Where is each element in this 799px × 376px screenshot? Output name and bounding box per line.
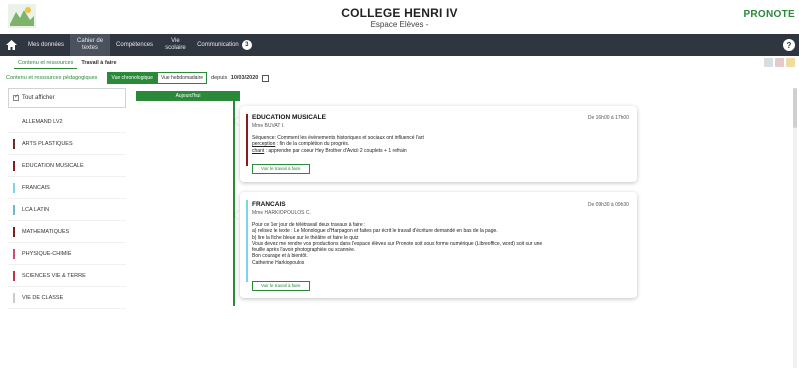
card-accent: [246, 200, 248, 282]
card-teacher: Mme BUVAT I.: [252, 123, 285, 129]
card-line-label: chant: [252, 147, 265, 154]
card-body: Pour ce 1er jour de télétravail deux tra…: [252, 222, 627, 266]
timeline-line: [233, 101, 235, 306]
view-homework-button[interactable]: Voir le travail à faire: [252, 281, 310, 291]
subject-label: VIE DE CLASSE: [22, 294, 64, 301]
sidebar-item-subject[interactable]: LCA LATIN: [8, 199, 126, 221]
nav-item-communication[interactable]: Communication 3: [191, 34, 258, 56]
filter-row: Contenu et ressources pédagogiques Vue c…: [0, 71, 799, 85]
day-label: Aujourd'hui: [136, 91, 240, 101]
subject-label: PHYSIQUE-CHIMIE: [22, 250, 72, 257]
card-accent: [246, 114, 248, 166]
view-homework-button[interactable]: Voir le travail à faire: [252, 164, 310, 174]
pdf-icon[interactable]: [775, 58, 784, 67]
card-line-text: : apprendre par coeur Hey Brother d'Avic…: [264, 147, 407, 154]
card-time: De 16h00 à 17h00: [587, 115, 629, 121]
subject-label: EDUCATION MUSICALE: [22, 162, 84, 169]
subject-sidebar: Tout afficher ALLEMAND LV2 ARTS PLASTIQUE…: [8, 88, 126, 309]
tab-content-resources[interactable]: Contenu et ressources: [14, 58, 78, 69]
scrollbar-thumb[interactable]: [793, 88, 797, 128]
nav-item-skills[interactable]: Compétences: [110, 34, 159, 56]
sidebar-item-subject[interactable]: ALLEMAND LV2: [8, 111, 126, 133]
card-subject: EDUCATION MUSICALE: [252, 114, 326, 121]
print-icon[interactable]: [764, 58, 773, 67]
card-line-text: : fin de la complétion du progrès.: [275, 141, 350, 148]
subject-color-bar: [13, 292, 15, 303]
since-filter: depuis 10/03/2020: [211, 75, 258, 81]
export-icon[interactable]: [786, 58, 795, 67]
pronote-logo: PRONOTE: [743, 9, 795, 20]
nav-item-my-data[interactable]: Mes données: [22, 34, 70, 56]
card-time: De 09h30 à 09h30: [587, 202, 629, 208]
weekly-view-button[interactable]: Vue hebdomadaire: [156, 72, 208, 84]
card-body: Séquence: Comment les évènements histori…: [252, 135, 622, 154]
notification-badge: 3: [241, 40, 252, 50]
subject-label: ARTS PLASTIQUES: [22, 140, 73, 147]
sidebar-item-subject[interactable]: FRANCAIS: [8, 177, 126, 199]
since-label: depuis: [211, 75, 228, 81]
subject-color-bar: [13, 182, 15, 193]
subject-color-bar: [13, 204, 15, 215]
home-icon[interactable]: [0, 34, 22, 56]
toolbar-icons: [764, 58, 795, 67]
sidebar-item-subject[interactable]: VIE DE CLASSE: [8, 287, 126, 309]
nav-item-school-life[interactable]: Vie scolaire: [159, 34, 191, 56]
subject-list: ALLEMAND LV2 ARTS PLASTIQUES EDUCATION MUS…: [8, 111, 126, 309]
card-line-label: perception: [252, 141, 276, 148]
nav-item-textbook-label: Cahier de textes: [77, 38, 104, 51]
help-icon[interactable]: ?: [783, 39, 795, 51]
subject-label: SCIENCES VIE & TERRE: [22, 272, 86, 279]
nav-item-school-life-label: Vie scolaire: [165, 38, 186, 51]
nav-item-communication-label: Communication: [197, 41, 239, 48]
card-teacher: Mme HARKIOPOULOS C.: [252, 210, 311, 216]
space-subtitle: Espace Elèves -: [370, 20, 429, 29]
tab-homework[interactable]: Travail à faire: [77, 58, 120, 68]
subject-label: LCA LATIN: [22, 206, 50, 213]
lesson-card: FRANCAIS Mme HARKIOPOULOS C. De 09h30 à …: [240, 192, 637, 298]
school-title: COLLEGE HENRI IV: [341, 6, 458, 20]
subtabs: Contenu et ressources Travail à faire: [0, 56, 799, 70]
card-line: chant : apprendre par coeur Hey Brother …: [252, 148, 622, 154]
card-line: Catherine Harkiopoulos: [252, 259, 305, 266]
show-all-label: Tout afficher: [22, 95, 55, 101]
section-title: Contenu et ressources pédagogiques: [6, 75, 98, 81]
sidebar-item-subject[interactable]: PHYSIQUE-CHIMIE: [8, 243, 126, 265]
show-all-checkbox[interactable]: Tout afficher: [8, 88, 126, 108]
card-subject: FRANCAIS: [252, 201, 286, 208]
sidebar-item-subject[interactable]: MATHEMATIQUES: [8, 221, 126, 243]
subject-color-bar: [13, 248, 15, 259]
subject-color-bar: [13, 160, 15, 171]
top-header: COLLEGE HENRI IV Espace Elèves - PRONOTE: [0, 0, 799, 34]
subject-color-bar: [13, 116, 15, 127]
sidebar-item-subject[interactable]: ARTS PLASTIQUES: [8, 133, 126, 155]
scrollbar[interactable]: [793, 88, 797, 368]
lesson-card: EDUCATION MUSICALE Mme BUVAT I. De 16h00…: [240, 106, 637, 182]
view-toggle: Vue chronologique Vue hebdomadaire: [107, 72, 208, 84]
subject-color-bar: [13, 138, 15, 149]
main-nav: Mes données Cahier de textes Compétences…: [0, 34, 799, 56]
chronological-view-button[interactable]: Vue chronologique: [107, 72, 157, 84]
subject-color-bar: [13, 270, 15, 281]
subject-label: MATHEMATIQUES: [22, 228, 70, 235]
sidebar-item-subject[interactable]: EDUCATION MUSICALE: [8, 155, 126, 177]
checkbox-icon: [13, 93, 19, 101]
subject-label: FRANCAIS: [22, 184, 50, 191]
calendar-icon[interactable]: [262, 74, 270, 82]
since-date[interactable]: 10/03/2020: [231, 75, 259, 81]
sidebar-item-subject[interactable]: SCIENCES VIE & TERRE: [8, 265, 126, 287]
nav-item-textbook[interactable]: Cahier de textes: [70, 34, 111, 56]
subject-color-bar: [13, 226, 15, 237]
subject-label: ALLEMAND LV2: [22, 118, 63, 125]
